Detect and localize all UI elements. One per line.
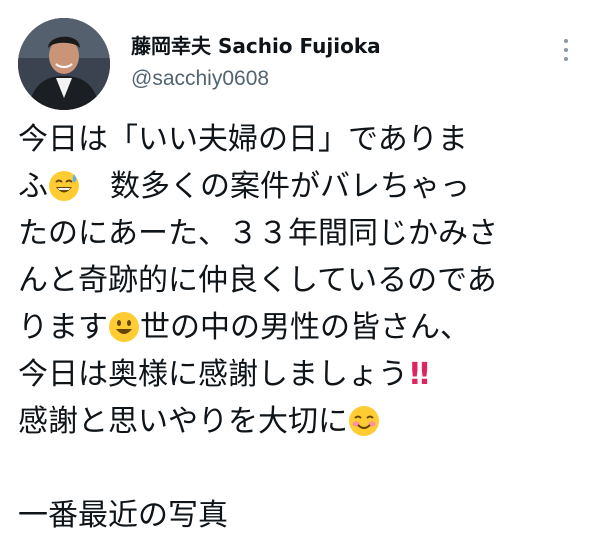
tweet-line-2: ふ 数多くの案件がバレちゃっ [18, 163, 588, 210]
handle[interactable]: @sacchiy0608 [131, 66, 381, 92]
tweet-text-segment: 世の中の男性の皆さん、 [140, 310, 470, 345]
author-avatar[interactable] [18, 18, 110, 110]
tweet-text-segment: 数多くの案件がバレちゃっ [80, 169, 470, 204]
double-exclamation-emoji: !! [408, 357, 431, 392]
tweet-line-3: たのにあーた、３３年間同じかみさ [18, 210, 588, 257]
tweet-line-5: ります 世の中の男性の皆さん、 [18, 304, 588, 351]
tweet-text-segment: 今日は奥様に感謝しましょう [18, 357, 408, 392]
grinning-sweat-emoji [48, 170, 80, 202]
smiling-blush-emoji [348, 405, 380, 437]
tweet-line-9: 一番最近の写真 [18, 492, 588, 539]
tweet-text-segment: ふ [18, 169, 48, 204]
tweet-text-segment: ります [18, 310, 108, 345]
tweet-text-segment: たのにあーた、３３年間同じかみさ [18, 216, 498, 251]
tweet-line-4: んと奇跡的に仲良くしているのであ [18, 257, 588, 304]
tweet-line-7: 感謝と思いやりを大切に [18, 398, 588, 445]
tweet-card: 藤岡幸夫 Sachio Fujioka @sacchiy0608 今日は「いい夫… [0, 0, 600, 540]
smiley-emoji [108, 311, 140, 343]
tweet-text: 今日は「いい夫婦の日」でありま ふ 数多くの案件がバレちゃっ たのにあーた、３３… [18, 116, 588, 539]
tweet-header: 藤岡幸夫 Sachio Fujioka @sacchiy0608 [18, 18, 588, 110]
display-name[interactable]: 藤岡幸夫 Sachio Fujioka [131, 32, 381, 60]
tweet-line-1: 今日は「いい夫婦の日」でありま [18, 116, 588, 163]
tweet-text-segment: 感謝と思いやりを大切に [18, 404, 348, 439]
tweet-text-segment: 今日は「いい夫婦の日」でありま [18, 122, 468, 157]
more-vertical-icon[interactable] [552, 36, 580, 64]
author-names: 藤岡幸夫 Sachio Fujioka @sacchiy0608 [131, 32, 381, 92]
tweet-line-6: 今日は奥様に感謝しましょう!! [18, 351, 588, 398]
tweet-text-segment: 一番最近の写真 [18, 498, 228, 533]
tweet-text-segment: んと奇跡的に仲良くしているのであ [18, 263, 497, 298]
